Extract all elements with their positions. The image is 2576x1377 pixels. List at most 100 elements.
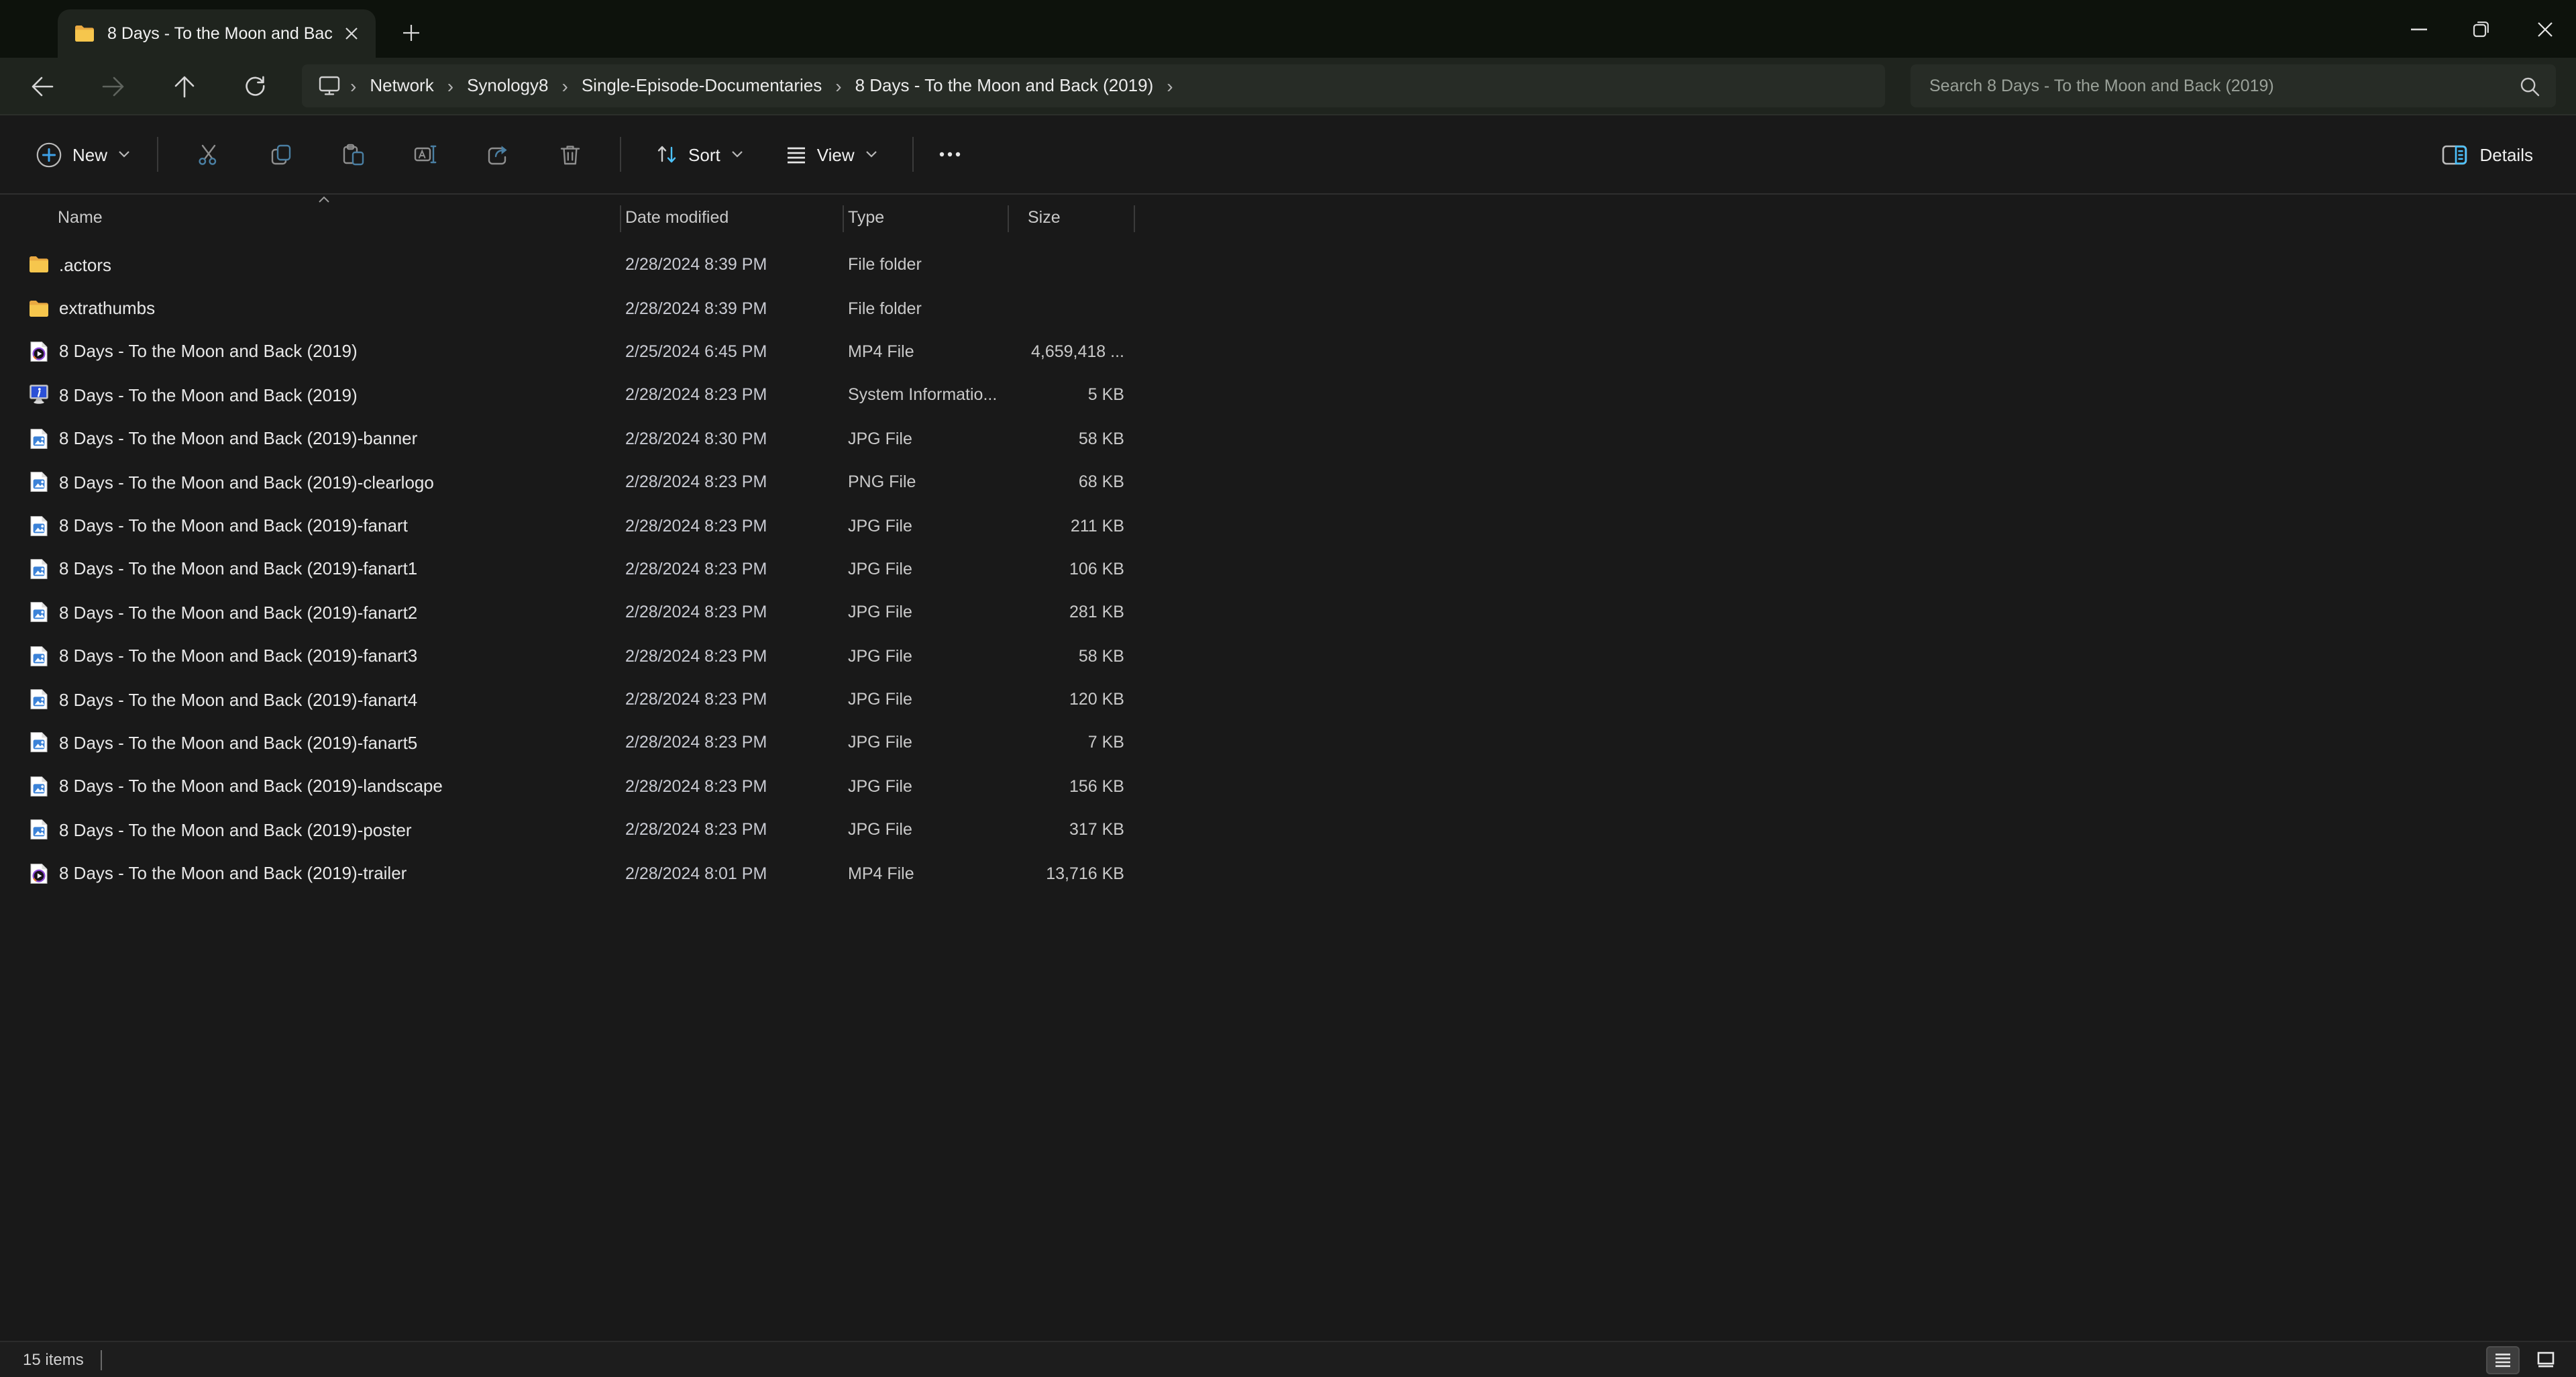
chevron-down-icon [731, 150, 743, 158]
file-row[interactable]: 8 Days - To the Moon and Back (2019)-ban… [0, 417, 2576, 460]
restore-button[interactable] [2450, 0, 2513, 58]
cut-button[interactable] [181, 130, 235, 178]
file-row[interactable]: extrathumbs2/28/2024 8:39 PMFile folder [0, 287, 2576, 330]
refresh-button[interactable] [231, 64, 279, 107]
column-header-name[interactable]: Name [58, 208, 103, 227]
file-name: 8 Days - To the Moon and Back (2019) [50, 342, 625, 362]
large-icons-view-toggle[interactable] [2529, 1345, 2563, 1374]
file-row[interactable]: 8 Days - To the Moon and Back (2019)-pos… [0, 808, 2576, 852]
breadcrumb-item[interactable]: Synology8 [455, 64, 560, 107]
file-date-modified: 2/28/2024 8:39 PM [625, 299, 848, 317]
file-type: JPG File [848, 603, 998, 622]
file-row[interactable]: 8 Days - To the Moon and Back (2019)-cle… [0, 460, 2576, 504]
file-row[interactable]: 8 Days - To the Moon and Back (2019)-tra… [0, 852, 2576, 895]
up-button[interactable] [160, 64, 208, 107]
column-header-type[interactable]: Type [848, 208, 884, 227]
file-size: 106 KB [998, 560, 1124, 578]
file-row[interactable]: 8 Days - To the Moon and Back (2019)-fan… [0, 547, 2576, 591]
rename-button[interactable] [398, 130, 452, 178]
breadcrumb-item[interactable]: 8 Days - To the Moon and Back (2019) [843, 64, 1166, 107]
file-row[interactable]: 8 Days - To the Moon and Back (2019)-fan… [0, 721, 2576, 765]
file-name: 8 Days - To the Moon and Back (2019)-lan… [50, 776, 625, 797]
breadcrumb-item[interactable]: Single-Episode-Documentaries [570, 64, 834, 107]
file-row[interactable]: 8 Days - To the Moon and Back (2019)-fan… [0, 634, 2576, 678]
new-button[interactable]: New [23, 132, 144, 176]
breadcrumb-chevron-icon[interactable]: › [561, 64, 570, 107]
command-bar: New Sort [0, 115, 2576, 195]
file-name: 8 Days - To the Moon and Back (2019)-pos… [50, 820, 625, 840]
file-date-modified: 2/28/2024 8:30 PM [625, 429, 848, 448]
file-row[interactable]: 8 Days - To the Moon and Back (2019)2/25… [0, 330, 2576, 374]
file-name: 8 Days - To the Moon and Back (2019)-fan… [50, 689, 625, 709]
statusbar-divider [101, 1349, 103, 1370]
breadcrumb-chevron-icon[interactable]: › [834, 64, 843, 107]
search-input[interactable] [1927, 75, 2520, 97]
column-header-date-modified[interactable]: Date modified [625, 208, 729, 227]
video-file-icon [28, 862, 50, 884]
file-size: 120 KB [998, 690, 1124, 709]
sort-button[interactable]: Sort [643, 134, 757, 174]
image-file-icon [28, 688, 50, 710]
search-box[interactable] [1911, 64, 2556, 107]
file-row[interactable]: 8 Days - To the Moon and Back (2019)-fan… [0, 591, 2576, 634]
details-pane-label: Details [2480, 144, 2534, 164]
window-controls [2387, 0, 2576, 58]
column-divider[interactable] [843, 205, 844, 232]
view-icon [786, 146, 806, 163]
file-type: JPG File [848, 690, 998, 709]
breadcrumb-item[interactable]: Network [358, 64, 445, 107]
file-row[interactable]: 8 Days - To the Moon and Back (2019)-fan… [0, 504, 2576, 548]
delete-button[interactable] [543, 130, 597, 178]
file-row[interactable]: 8 Days - To the Moon and Back (2019)-fan… [0, 678, 2576, 721]
file-row[interactable]: 8 Days - To the Moon and Back (2019)2/28… [0, 373, 2576, 417]
file-name: 8 Days - To the Moon and Back (2019)-tra… [50, 863, 625, 883]
file-size: 7 KB [998, 733, 1124, 752]
details-view-toggle[interactable] [2486, 1345, 2520, 1374]
file-date-modified: 2/28/2024 8:23 PM [625, 560, 848, 578]
sort-icon [656, 144, 678, 165]
search-icon[interactable] [2520, 76, 2540, 96]
file-type: MP4 File [848, 864, 998, 882]
view-button[interactable]: View [773, 135, 891, 174]
this-pc-icon[interactable] [313, 75, 349, 97]
address-bar[interactable]: › Network›Synology8›Single-Episode-Docum… [302, 64, 1885, 107]
share-button[interactable] [471, 130, 525, 178]
breadcrumb-chevron-icon[interactable]: › [1165, 64, 1174, 107]
file-name: extrathumbs [50, 298, 625, 318]
file-row[interactable]: 8 Days - To the Moon and Back (2019)-lan… [0, 764, 2576, 808]
new-plus-icon [36, 142, 62, 167]
file-date-modified: 2/28/2024 8:23 PM [625, 603, 848, 622]
image-file-icon [28, 471, 50, 493]
column-divider[interactable] [1008, 205, 1009, 232]
file-size: 13,716 KB [998, 864, 1124, 882]
forward-button[interactable] [89, 64, 137, 107]
close-button[interactable] [2513, 0, 2576, 58]
image-file-icon [28, 602, 50, 623]
file-type: System Informatio... [848, 386, 998, 405]
column-header-size[interactable]: Size [1028, 208, 1061, 227]
file-name: 8 Days - To the Moon and Back (2019)-fan… [50, 603, 625, 623]
column-divider[interactable] [1134, 205, 1135, 232]
column-divider[interactable] [620, 205, 621, 232]
file-name: 8 Days - To the Moon and Back (2019)-fan… [50, 733, 625, 753]
image-file-icon [28, 558, 50, 580]
file-row[interactable]: .actors2/28/2024 8:39 PMFile folder [0, 243, 2576, 287]
more-options-button[interactable] [927, 130, 973, 178]
copy-button[interactable] [254, 130, 307, 178]
file-type: JPG File [848, 516, 998, 535]
details-pane-icon [2443, 144, 2468, 164]
back-button[interactable] [17, 64, 66, 107]
tab-close-icon[interactable] [338, 20, 365, 47]
new-tab-button[interactable] [392, 13, 429, 51]
file-date-modified: 2/25/2024 6:45 PM [625, 342, 848, 361]
explorer-tab[interactable]: 8 Days - To the Moon and Bac [58, 9, 376, 58]
toolbar-divider [620, 137, 621, 172]
breadcrumb-chevron-icon[interactable]: › [446, 64, 455, 107]
paste-button[interactable] [326, 130, 380, 178]
details-pane-button[interactable]: Details [2429, 135, 2547, 174]
minimize-button[interactable] [2387, 0, 2450, 58]
file-size: 5 KB [998, 386, 1124, 405]
file-date-modified: 2/28/2024 8:39 PM [625, 255, 848, 274]
image-file-icon [28, 515, 50, 536]
system-info-icon [28, 385, 50, 406]
